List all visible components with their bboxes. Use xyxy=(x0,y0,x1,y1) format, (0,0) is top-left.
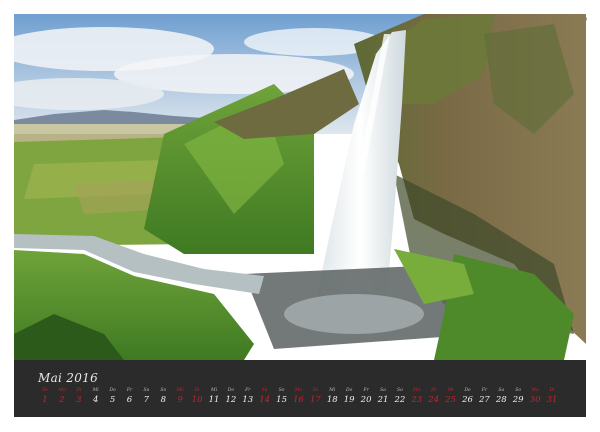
day-number: 17 xyxy=(309,395,321,405)
day-cell: Mo 16 xyxy=(292,388,306,406)
day-number: 26 xyxy=(462,395,473,405)
day-number: 27 xyxy=(478,395,490,405)
day-cell: Di 31 xyxy=(545,388,559,406)
day-cell: Mo 30 xyxy=(528,388,542,406)
day-number: 8 xyxy=(160,395,166,405)
month-label: Mai 2016 xyxy=(38,371,99,385)
day-number: 24 xyxy=(428,395,440,405)
day-cell: Mi 25 xyxy=(444,388,458,406)
day-cell: So 29 xyxy=(511,388,525,406)
day-cell: Sa 28 xyxy=(494,388,508,406)
day-number: 1 xyxy=(42,395,48,405)
day-cell: Di 3 xyxy=(72,388,86,406)
day-number: 3 xyxy=(76,395,82,405)
day-cell: Mi 18 xyxy=(325,388,339,406)
calendar-strip: Mai 2016 So 1 Mo 2 Di 3 Mi 4 Do 5 Fr 6 Sa 7 So 8 Mo 9 Di 10… xyxy=(14,360,586,417)
day-cell: So 15 xyxy=(275,388,289,406)
landscape-photo xyxy=(14,14,586,360)
day-number: 30 xyxy=(529,395,541,405)
day-number: 11 xyxy=(208,395,220,405)
day-cell: Do 19 xyxy=(342,388,356,406)
day-cell: So 22 xyxy=(393,388,407,406)
calendar-photo-waterfall xyxy=(14,14,586,360)
day-number: 19 xyxy=(343,395,355,405)
day-number: 16 xyxy=(293,395,304,405)
day-number: 22 xyxy=(394,395,406,405)
day-number: 28 xyxy=(495,395,507,405)
day-cell: Do 26 xyxy=(461,388,475,406)
day-cell: Mo 9 xyxy=(173,388,187,406)
day-number: 7 xyxy=(143,395,150,405)
day-cell: Sa 21 xyxy=(376,388,390,406)
day-number: 21 xyxy=(377,395,389,405)
day-number: 20 xyxy=(360,395,372,405)
day-cell: Fr 13 xyxy=(241,388,255,406)
day-cell: Mi 4 xyxy=(89,388,103,406)
day-number: 25 xyxy=(445,395,456,405)
day-number: 31 xyxy=(546,395,558,405)
day-number: 9 xyxy=(177,395,183,405)
day-number: 23 xyxy=(411,395,423,405)
day-cell: Sa 14 xyxy=(258,388,272,406)
day-cell: Sa 7 xyxy=(139,388,153,406)
day-cell: Fr 20 xyxy=(359,388,373,406)
day-cell: Fr 27 xyxy=(477,388,491,406)
day-cell: Di 24 xyxy=(427,388,441,406)
day-cell: Mo 2 xyxy=(55,388,69,406)
day-number: 13 xyxy=(242,395,254,405)
day-cell: Mi 11 xyxy=(207,388,221,406)
day-number: 2 xyxy=(59,395,65,405)
day-cell: Di 17 xyxy=(308,388,322,406)
day-cell: So 8 xyxy=(156,388,170,406)
day-number: 29 xyxy=(512,395,524,405)
day-cell: So 1 xyxy=(38,388,52,406)
day-number: 14 xyxy=(259,395,271,405)
day-cell: Fr 6 xyxy=(123,388,137,406)
day-number: 5 xyxy=(109,395,116,405)
day-number: 18 xyxy=(326,395,338,405)
day-number: 10 xyxy=(191,395,203,405)
day-cell: Di 10 xyxy=(190,388,204,406)
day-cell: Do 5 xyxy=(106,388,120,406)
day-number: 12 xyxy=(225,395,237,405)
day-row: So 1 Mo 2 Di 3 Mi 4 Do 5 Fr 6 Sa 7 So 8 Mo 9 Di 10 Mi 11 Do 12 F… xyxy=(38,388,578,412)
day-number: 6 xyxy=(126,395,133,405)
day-number: 15 xyxy=(276,395,287,405)
day-cell: Mo 23 xyxy=(410,388,424,406)
day-number: 4 xyxy=(92,395,99,405)
day-cell: Do 12 xyxy=(224,388,238,406)
